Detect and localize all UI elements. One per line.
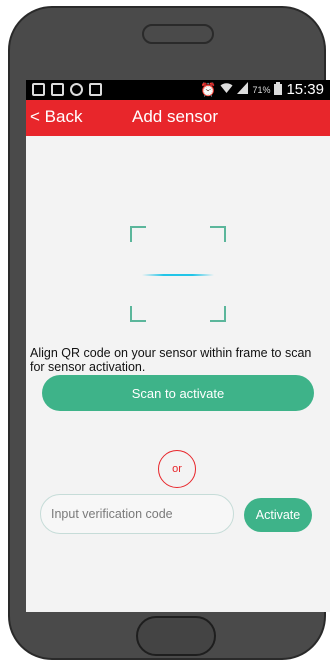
page-title: Add sensor [132,107,218,126]
frame-corner-bottom-right [210,306,226,322]
home-button[interactable] [136,616,216,656]
battery-icon [274,81,283,98]
status-notifications [32,83,102,96]
scan-instruction: Align QR code on your sensor within fram… [30,346,312,374]
clock: 15:39 [286,81,324,98]
notification-icon [32,83,45,96]
back-button[interactable]: < Back [30,107,82,127]
sync-icon [70,83,83,96]
activate-button-label: Activate [255,508,301,522]
scan-to-activate-button[interactable]: Scan to activate [42,375,314,411]
scan-line [142,274,214,276]
scan-button-label: Scan to activate [131,385,225,401]
phone-speaker [142,24,214,44]
qr-scan-frame [130,226,226,322]
frame-corner-bottom-left [130,306,146,322]
signal-icon [237,82,249,97]
app-screen: ⏰ 71% 15:39 < Back Add sensor Align QR c… [26,80,330,612]
or-separator: or [158,450,196,488]
battery-percent: 71% [252,84,271,95]
alarm-icon: ⏰ [200,81,217,97]
activate-button[interactable]: Activate [244,498,312,532]
status-bar: ⏰ 71% 15:39 [26,80,330,100]
status-system: ⏰ 71% 15:39 [200,81,324,98]
or-label: or [172,463,182,475]
verification-code-input[interactable] [40,494,234,534]
bag-icon [89,83,102,96]
gallery-icon [51,83,64,96]
frame-corner-top-right [210,226,226,242]
frame-corner-top-left [130,226,146,242]
navigation-bar: < Back Add sensor [26,100,330,136]
wifi-icon [220,82,233,97]
